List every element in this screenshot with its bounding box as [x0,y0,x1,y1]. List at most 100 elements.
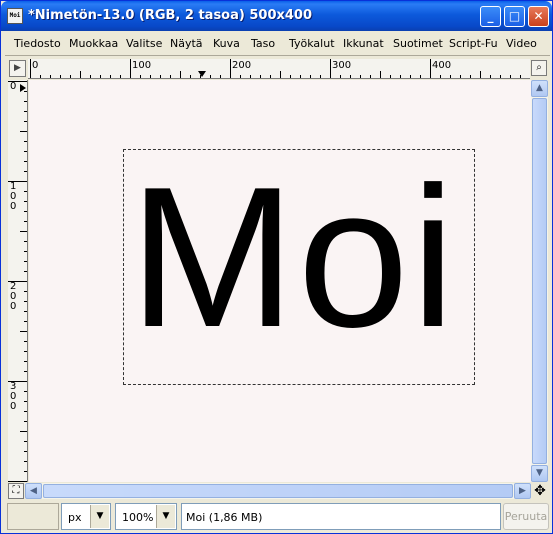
h-ruler-tick [30,59,31,78]
menu-item-kuva[interactable]: Kuva [213,37,240,50]
h-ruler-tick [320,75,321,78]
h-ruler-tick [390,75,391,78]
v-ruler-tick [24,421,27,422]
h-ruler-tick [160,75,161,78]
v-ruler-tick [24,111,27,112]
v-ruler-tick [8,81,27,82]
chevron-down-icon[interactable]: ▼ [156,505,175,528]
image-window: Moi *Nimetön-13.0 (RGB, 2 tasoa) 500x400… [0,0,553,534]
v-ruler-tick [8,181,27,182]
horizontal-scrollbar[interactable]: ◀ ▶ [25,483,531,499]
v-ruler-tick [24,341,27,342]
menu-bar: Tiedosto Muokkaa Valitse Näytä Kuva Taso… [5,32,550,54]
h-ruler-tick [400,75,401,78]
close-button[interactable]: ✕ [528,6,549,27]
menu-item-taso[interactable]: Taso [251,37,275,50]
menu-item-video[interactable]: Video [506,37,537,50]
h-ruler-tick [270,75,271,78]
h-ruler-tick [40,75,41,78]
h-ruler-tick [370,75,371,78]
h-ruler-tick [340,75,341,78]
h-ruler-tick [70,75,71,78]
title-bar[interactable]: Moi *Nimetön-13.0 (RGB, 2 tasoa) 500x400… [1,1,552,31]
h-ruler-tick [380,71,381,78]
h-ruler-tick [140,75,141,78]
h-ruler-tick [430,59,431,78]
zoom-value: 100% [122,511,154,524]
unit-selector[interactable]: px ▼ [61,503,111,530]
h-ruler-tick [490,75,491,78]
h-ruler-tick [290,75,291,78]
v-ruler-tick [24,461,27,462]
v-ruler-tick [24,411,27,412]
menu-item-script-fu[interactable]: Script-Fu [449,37,498,50]
quick-mask-icon[interactable]: ⛶ [8,483,24,499]
h-ruler-tick [180,71,181,78]
chevron-down-icon[interactable]: ▼ [90,505,109,528]
image-canvas[interactable]: Moi [29,80,531,482]
v-ruler-tick [24,351,27,352]
v-ruler-tick [24,191,27,192]
v-ruler-tick [24,261,27,262]
zoom-selector[interactable]: 100% ▼ [115,503,177,530]
v-ruler-tick [8,481,27,482]
menu-item-ikkunat[interactable]: Ikkunat [343,37,384,50]
v-ruler-label-300: 300 [10,381,17,412]
h-ruler-tick [110,75,111,78]
v-ruler-tick [24,101,27,102]
image-menu-arrow-icon[interactable]: ▶ [9,60,26,77]
h-ruler-tick [170,75,171,78]
v-ruler-tick [24,151,27,152]
h-ruler-tick [200,75,201,78]
v-ruler-label-100: 100 [10,181,17,212]
h-ruler-tick [500,75,501,78]
menu-item-muokkaa[interactable]: Muokkaa [69,37,118,50]
h-ruler-tick [60,75,61,78]
vertical-scroll-thumb[interactable] [532,98,547,464]
minimize-button[interactable]: _ [480,6,501,27]
v-ruler-tick [24,301,27,302]
status-bar: px ▼ 100% ▼ Moi (1,86 MB) Peruuta [5,501,550,531]
scroll-up-icon[interactable]: ▲ [531,80,548,97]
h-ruler-label-0: 0 [32,60,39,71]
menu-separator [5,55,550,56]
h-ruler-tick [100,75,101,78]
v-ruler-tick [8,281,27,282]
v-ruler-tick [24,171,27,172]
v-ruler-tick [24,451,27,452]
zoom-navigation-icon[interactable]: ⌕ [531,60,547,76]
v-ruler-tick [20,331,27,332]
h-ruler-tick [230,59,231,78]
v-ruler-tick [24,321,27,322]
scroll-right-icon[interactable]: ▶ [514,483,531,499]
unit-value: px [68,511,82,524]
v-ruler-tick [20,431,27,432]
menu-item-suotimet[interactable]: Suotimet [393,37,443,50]
h-ruler-tick [420,75,421,78]
h-ruler-tick [50,75,51,78]
v-ruler-tick [24,401,27,402]
menu-item-tiedosto[interactable]: Tiedosto [14,37,61,50]
horizontal-scroll-thumb[interactable] [43,484,513,498]
scroll-left-icon[interactable]: ◀ [25,483,42,499]
h-ruler-label-300: 300 [332,60,352,71]
menu-item-tyokalut[interactable]: Työkalut [289,37,335,50]
navigate-move-icon[interactable]: ✥ [532,483,548,499]
h-ruler-tick [260,75,261,78]
scroll-down-icon[interactable]: ▼ [531,465,548,482]
h-ruler-tick [220,75,221,78]
h-ruler-tick [250,75,251,78]
menu-item-nayta[interactable]: Näytä [170,37,203,50]
v-ruler-tick [8,381,27,382]
maximize-button[interactable]: □ [504,6,525,27]
vertical-scrollbar[interactable]: ▲ ▼ [531,80,548,482]
v-ruler-tick [20,131,27,132]
v-ruler-tick [24,471,27,472]
h-ruler-tick [130,59,131,78]
v-ruler-tick [24,121,27,122]
menu-item-valitse[interactable]: Valitse [126,37,162,50]
v-ruler-tick [24,391,27,392]
h-ruler-tick [480,71,481,78]
horizontal-ruler: 0 100 200 300 400 [28,59,530,79]
cancel-button[interactable]: Peruuta [503,503,549,530]
